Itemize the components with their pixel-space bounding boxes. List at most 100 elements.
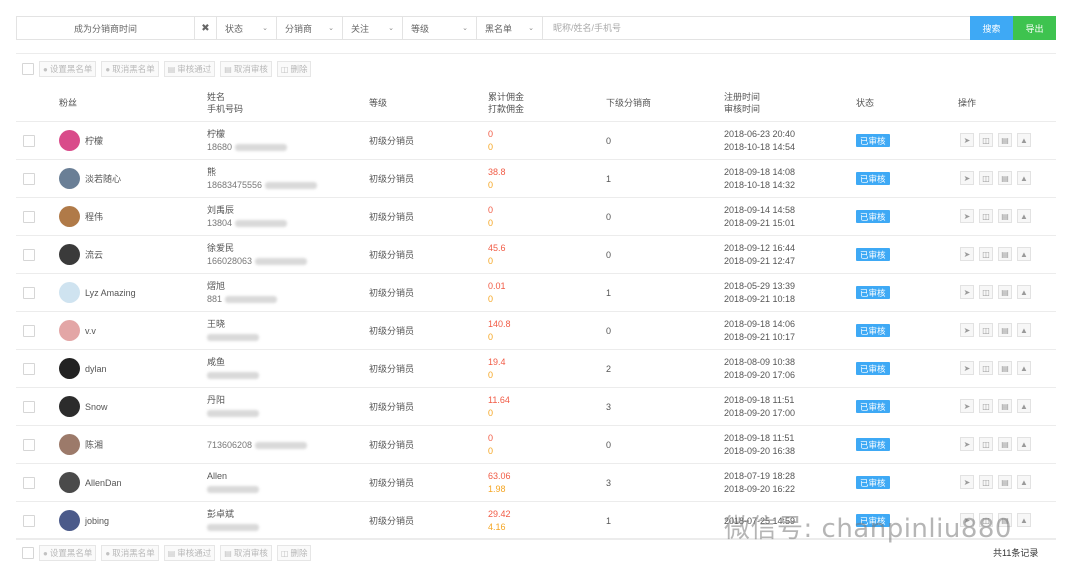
row-checkbox[interactable] — [23, 249, 35, 261]
row-checkbox[interactable] — [23, 173, 35, 185]
send-icon[interactable]: ➤ — [960, 399, 974, 413]
table-header: 粉丝 姓名 手机号码 等级 累计佣金 打款佣金 下级分销商 注册时间 审核时间 … — [16, 84, 1056, 122]
row-checkbox[interactable] — [23, 211, 35, 223]
paid-commission: 0 — [488, 370, 494, 380]
clear-icon[interactable]: ✖ — [195, 17, 217, 39]
user-icon: ● — [105, 64, 111, 74]
user-icon[interactable]: ▲ — [1017, 247, 1031, 261]
approve-button[interactable]: ▤ 审核通过 — [163, 61, 216, 77]
row-checkbox[interactable] — [23, 287, 35, 299]
send-icon[interactable]: ➤ — [960, 171, 974, 185]
send-icon[interactable]: ➤ — [960, 437, 974, 451]
doc-icon[interactable]: ▤ — [998, 171, 1012, 185]
set-blacklist-button[interactable]: ● 设置黑名单 — [39, 61, 97, 77]
doc-icon[interactable]: ▤ — [998, 437, 1012, 451]
col-name-phone: 姓名 手机号码 — [207, 84, 243, 122]
doc-icon[interactable]: ▤ — [998, 285, 1012, 299]
export-button[interactable]: 导出 — [1013, 16, 1056, 40]
trash-icon[interactable]: ◫ — [979, 361, 993, 375]
doc-icon[interactable]: ▤ — [998, 247, 1012, 261]
col-fans: 粉丝 — [59, 98, 78, 108]
trash-icon[interactable]: ◫ — [979, 399, 993, 413]
nickname: v.v — [85, 325, 96, 336]
doc-icon[interactable]: ▤ — [998, 323, 1012, 337]
cancel-approve-label: 取消审核 — [233, 548, 268, 558]
row-checkbox[interactable] — [23, 401, 35, 413]
distributor-select[interactable]: 分销商 ⌄ — [277, 17, 343, 39]
avatar — [59, 282, 80, 303]
row-checkbox[interactable] — [23, 363, 35, 375]
trash-icon[interactable]: ◫ — [979, 323, 993, 337]
blacklist-select[interactable]: 黑名单 ⌄ — [477, 17, 543, 39]
doc-icon[interactable]: ▤ — [998, 133, 1012, 147]
user-icon[interactable]: ▲ — [1017, 399, 1031, 413]
trash-icon[interactable]: ◫ — [979, 285, 993, 299]
date-filter[interactable]: 成为分销商时间 — [17, 17, 195, 39]
send-icon[interactable]: ➤ — [960, 475, 974, 489]
row-checkbox[interactable] — [23, 135, 35, 147]
nickname: Lyz Amazing — [85, 287, 136, 298]
set-blacklist-button[interactable]: ● 设置黑名单 — [39, 545, 97, 561]
paid-commission: 0 — [488, 408, 494, 418]
trash-icon[interactable]: ◫ — [979, 171, 993, 185]
user-icon[interactable]: ▲ — [1017, 323, 1031, 337]
send-icon[interactable]: ➤ — [960, 285, 974, 299]
send-icon[interactable]: ➤ — [960, 361, 974, 375]
row-operations: ➤ ◫ ▤ ▲ — [960, 437, 1031, 451]
trash-icon[interactable]: ◫ — [979, 437, 993, 451]
nickname: dylan — [85, 363, 107, 374]
doc-icon[interactable]: ▤ — [998, 209, 1012, 223]
user-icon[interactable]: ▲ — [1017, 209, 1031, 223]
cancel-approve-button[interactable]: ▤ 取消审核 — [220, 545, 272, 561]
approve-button[interactable]: ▤ 审核通过 — [163, 545, 216, 561]
row-checkbox[interactable] — [23, 477, 35, 489]
total-commission: 0.01 — [488, 281, 506, 291]
trash-icon[interactable]: ◫ — [979, 209, 993, 223]
trash-icon[interactable]: ◫ — [979, 247, 993, 261]
user-icon[interactable]: ▲ — [1017, 475, 1031, 489]
trash-icon[interactable]: ◫ — [979, 475, 993, 489]
cancel-approve-button[interactable]: ▤ 取消审核 — [220, 61, 272, 77]
select-all-checkbox[interactable] — [22, 63, 34, 75]
send-icon[interactable]: ➤ — [960, 323, 974, 337]
phone-mask — [207, 372, 259, 380]
sub-distributors: 2 — [606, 363, 612, 374]
doc-icon[interactable]: ▤ — [998, 361, 1012, 375]
user-icon[interactable]: ▲ — [1017, 285, 1031, 299]
phone-number: 18683475556 — [207, 179, 317, 192]
delete-button[interactable]: ◫ 删除 — [276, 545, 312, 561]
user-icon[interactable]: ▲ — [1017, 513, 1031, 527]
status-select[interactable]: 状态 ⌄ — [217, 17, 277, 39]
doc-icon[interactable]: ▤ — [998, 475, 1012, 489]
paid-commission: 1.98 — [488, 484, 506, 494]
phone-number: 166028063 — [207, 255, 307, 268]
chevron-down-icon: ⌄ — [262, 25, 268, 32]
col-name: 姓名 — [207, 92, 226, 102]
times: 2018-09-14 14:58 2018-09-21 15:01 — [724, 198, 795, 236]
level-select[interactable]: 等级 ⌄ — [403, 17, 477, 39]
total-commission: 29.42 — [488, 509, 511, 519]
row-checkbox[interactable] — [23, 515, 35, 527]
cancel-blacklist-button[interactable]: ● 取消黑名单 — [101, 545, 159, 561]
trash-icon[interactable]: ◫ — [979, 133, 993, 147]
search-button[interactable]: 搜索 — [970, 16, 1013, 40]
user-icon[interactable]: ▲ — [1017, 171, 1031, 185]
send-icon[interactable]: ➤ — [960, 247, 974, 261]
row-checkbox[interactable] — [23, 325, 35, 337]
cancel-blacklist-label: 取消黑名单 — [112, 64, 155, 74]
follow-select[interactable]: 关注 ⌄ — [343, 17, 403, 39]
delete-button[interactable]: ◫ 删除 — [276, 61, 312, 77]
send-icon[interactable]: ➤ — [960, 209, 974, 223]
cancel-doc-icon: ▤ — [224, 548, 232, 558]
sub-distributors: 3 — [606, 477, 612, 488]
doc-icon[interactable]: ▤ — [998, 399, 1012, 413]
user-icon[interactable]: ▲ — [1017, 361, 1031, 375]
cancel-blacklist-button[interactable]: ● 取消黑名单 — [101, 61, 159, 77]
user-icon[interactable]: ▲ — [1017, 437, 1031, 451]
table-row: v.v 王晓 初级分销员 140.8 0 0 2018-09-18 14:06 2018-0… — [16, 312, 1056, 350]
row-checkbox[interactable] — [23, 439, 35, 451]
select-all-checkbox[interactable] — [22, 547, 34, 559]
nickname: 陈湘 — [85, 439, 104, 450]
user-icon[interactable]: ▲ — [1017, 133, 1031, 147]
send-icon[interactable]: ➤ — [960, 133, 974, 147]
